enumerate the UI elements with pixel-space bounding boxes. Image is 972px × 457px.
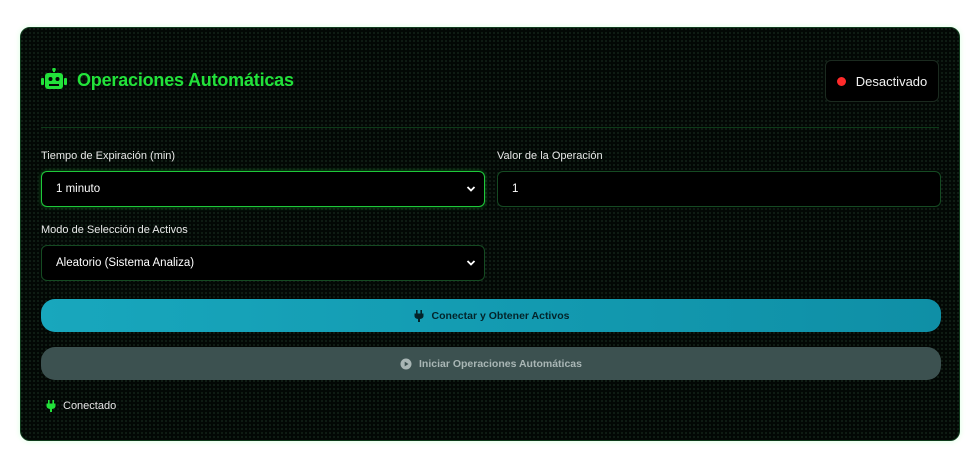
chevron-down-icon (466, 260, 476, 266)
plug-icon (414, 309, 424, 322)
expiry-value: 1 minuto (56, 183, 101, 195)
panel-header: Operaciones Automáticas Desactivado (21, 28, 959, 128)
amount-value: 1 (512, 183, 519, 195)
status-dot-icon (836, 76, 846, 86)
expiry-label: Tiempo de Expiración (min) (41, 150, 176, 162)
start-operations-button[interactable]: Iniciar Operaciones Automáticas (41, 347, 941, 380)
play-circle-icon (400, 358, 412, 369)
asset-mode-label: Modo de Selección de Activos (41, 224, 188, 236)
robot-icon (41, 68, 67, 89)
asset-mode-select[interactable]: Aleatorio (Sistema Analiza) (41, 245, 485, 281)
auto-operations-panel: Operaciones Automáticas Desactivado Tiem… (20, 27, 960, 441)
connection-status: Conectado (45, 400, 116, 412)
connection-status-label: Conectado (63, 400, 117, 412)
status-toggle-button[interactable]: Desactivado (825, 60, 939, 102)
amount-input[interactable]: 1 (497, 171, 941, 207)
plug-icon (46, 400, 56, 412)
connect-button[interactable]: Conectar y Obtener Activos (41, 299, 941, 332)
amount-label: Valor de la Operación (497, 150, 603, 162)
asset-mode-value: Aleatorio (Sistema Analiza) (56, 257, 195, 269)
title-wrap: Operaciones Automáticas (41, 68, 294, 92)
connect-button-label: Conectar y Obtener Activos (431, 309, 570, 322)
page-title: Operaciones Automáticas (77, 69, 294, 90)
status-label: Desactivado (855, 73, 928, 89)
chevron-down-icon (466, 186, 476, 192)
start-button-label: Iniciar Operaciones Automáticas (418, 357, 582, 370)
header-divider (41, 127, 939, 128)
expiry-select[interactable]: 1 minuto (41, 171, 485, 207)
